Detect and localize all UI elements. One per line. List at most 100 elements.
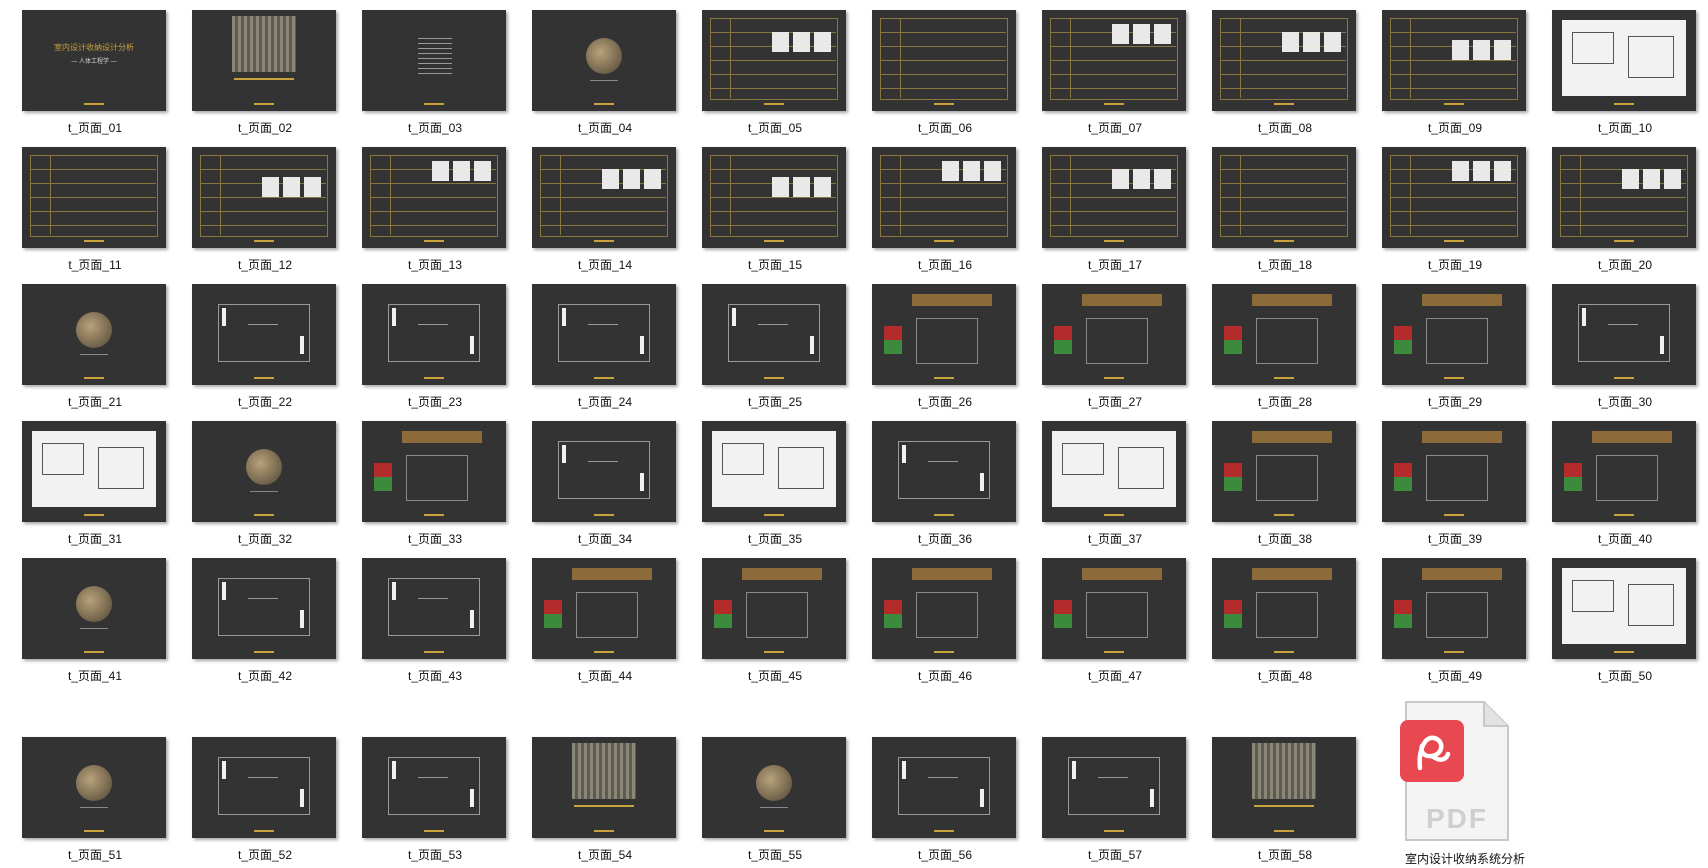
file-thumbnail [362,421,506,522]
file-item[interactable]: t_页面_46 [850,558,1020,688]
file-item[interactable]: t_页面_37 [1020,421,1190,551]
floor-plan-outline [388,578,480,636]
file-item[interactable]: t_页面_17 [1020,147,1190,277]
sketch-card [644,169,661,189]
text-line [418,53,452,54]
file-item[interactable]: t_页面_40 [1530,421,1700,551]
file-item[interactable]: t_页面_19 [1360,147,1530,277]
file-item[interactable]: t_页面_14 [510,147,680,277]
file-item[interactable]: t_页面_02 [170,10,340,140]
file-item[interactable]: t_页面_47 [1020,558,1190,688]
file-item[interactable]: t_页面_31 [0,421,170,551]
file-item[interactable]: t_页面_50 [1530,558,1700,688]
file-item[interactable]: t_页面_52 [170,737,340,867]
file-item[interactable]: t_页面_10 [1530,10,1700,140]
elevation-outline [1256,592,1318,638]
file-item[interactable]: t_页面_04 [510,10,680,140]
file-item[interactable]: t_页面_44 [510,558,680,688]
file-item[interactable]: t_页面_34 [510,421,680,551]
file-name: t_页面_49 [1427,669,1483,683]
file-item[interactable]: t_页面_08 [1190,10,1360,140]
file-name: t_页面_37 [1087,532,1143,546]
plan-line [758,324,788,325]
color-block [714,600,732,614]
file-item[interactable]: t_页面_05 [680,10,850,140]
photo-strip [402,431,482,443]
file-item[interactable]: t_页面_55 [680,737,850,867]
caption-line [80,807,108,808]
footer-mark [594,830,614,832]
file-item[interactable]: t_页面_25 [680,284,850,414]
file-item[interactable]: t_页面_42 [170,558,340,688]
file-item[interactable]: t_页面_29 [1360,284,1530,414]
file-item[interactable]: t_页面_26 [850,284,1020,414]
file-item[interactable]: t_页面_11 [0,147,170,277]
floor-plan-outline [898,757,990,815]
wall-mark [1150,789,1154,807]
table-col-line [1240,155,1241,235]
file-thumbnail [22,421,166,522]
file-item[interactable]: t_页面_54 [510,737,680,867]
file-item[interactable]: t_页面_13 [340,147,510,277]
table-row-line [710,169,836,170]
table-col-line [1410,18,1411,98]
file-item[interactable]: t_页面_28 [1190,284,1360,414]
file-name: t_页面_06 [917,121,973,135]
table-row-line [1390,74,1516,75]
file-item[interactable]: t_页面_27 [1020,284,1190,414]
pdf-file-item[interactable]: PDF [1400,698,1512,846]
elevation-outline [916,592,978,638]
file-item[interactable]: t_页面_48 [1190,558,1360,688]
file-item[interactable]: t_页面_18 [1190,147,1360,277]
file-item[interactable]: t_页面_32 [170,421,340,551]
sketch-card [602,169,619,189]
file-item[interactable]: t_页面_58 [1190,737,1360,867]
file-item[interactable]: t_页面_43 [340,558,510,688]
sketch-box [42,443,84,475]
file-item[interactable]: t_页面_30 [1530,284,1700,414]
file-item[interactable]: t_页面_15 [680,147,850,277]
table-col-line [1070,18,1071,98]
file-item[interactable]: t_页面_07 [1020,10,1190,140]
file-item[interactable]: t_页面_36 [850,421,1020,551]
file-item[interactable]: t_页面_56 [850,737,1020,867]
table-row-line [880,46,1006,47]
file-item[interactable]: t_页面_51 [0,737,170,867]
file-item[interactable]: 室内设计收纳设计分析 — 人体工程学 — t_页面_01 [0,10,170,140]
file-item[interactable]: t_页面_33 [340,421,510,551]
file-name: t_页面_20 [1597,258,1653,272]
file-item[interactable]: t_页面_49 [1360,558,1530,688]
file-item[interactable]: t_页面_53 [340,737,510,867]
file-item[interactable]: t_页面_22 [170,284,340,414]
file-item[interactable]: t_页面_06 [850,10,1020,140]
file-item[interactable]: t_页面_24 [510,284,680,414]
file-name: t_页面_26 [917,395,973,409]
footer-mark [254,651,274,653]
caption-line [80,354,108,355]
color-block [1224,340,1242,354]
file-item[interactable]: t_页面_41 [0,558,170,688]
file-item[interactable]: t_页面_21 [0,284,170,414]
file-item[interactable]: t_页面_35 [680,421,850,551]
footer-mark [1104,103,1124,105]
footer-mark [254,514,274,516]
sketch-card [1473,40,1490,60]
file-item[interactable]: t_页面_09 [1360,10,1530,140]
file-item[interactable]: t_页面_38 [1190,421,1360,551]
table-row-line [710,74,836,75]
file-item[interactable]: t_页面_39 [1360,421,1530,551]
file-item[interactable]: t_页面_16 [850,147,1020,277]
floor-plan-outline [388,304,480,362]
table-row-line [880,183,1006,184]
wall-mark [222,761,226,779]
file-item[interactable]: t_页面_20 [1530,147,1700,277]
file-item[interactable]: t_页面_45 [680,558,850,688]
photo-strip [572,568,652,580]
file-item[interactable]: t_页面_57 [1020,737,1190,867]
plan-line [1608,324,1638,325]
file-item[interactable]: t_页面_12 [170,147,340,277]
footer-mark [1274,651,1294,653]
file-item[interactable]: t_页面_03 [340,10,510,140]
table-col-line [1410,155,1411,235]
file-item[interactable]: t_页面_23 [340,284,510,414]
